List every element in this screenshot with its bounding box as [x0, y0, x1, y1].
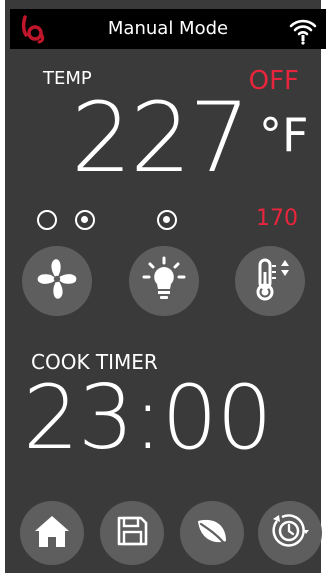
home-icon: [32, 511, 72, 555]
eco-mode-button[interactable]: [180, 501, 244, 565]
leaf-icon: [192, 511, 232, 555]
heat-status: OFF: [248, 66, 299, 96]
thermometer-adjust-icon: [245, 254, 295, 308]
fan-icon: [32, 254, 82, 308]
fan-speed-high-indicator[interactable]: [75, 210, 95, 230]
page-title: Manual Mode: [107, 18, 229, 39]
save-button[interactable]: [100, 501, 164, 565]
fan-button[interactable]: [22, 246, 92, 316]
save-icon: [114, 513, 150, 553]
temperature-unit: °F: [259, 108, 309, 162]
probe-setpoint-button[interactable]: [235, 246, 305, 316]
cook-timer-readout[interactable]: 23:00: [23, 368, 273, 468]
home-button[interactable]: [20, 501, 84, 565]
header-bar: Manual Mode: [10, 9, 326, 49]
probe-setpoint: 170: [256, 206, 298, 231]
light-bulb-icon: [139, 254, 189, 308]
light-button[interactable]: [129, 246, 199, 316]
clock-rotate-icon: [268, 509, 312, 557]
light-indicator[interactable]: [157, 210, 177, 230]
device-screen: Manual Mode TEMP OFF 227 °F 170 COOK TIM…: [0, 0, 326, 573]
wifi-icon[interactable]: [288, 15, 318, 49]
timer-menu-button[interactable]: [258, 501, 322, 565]
temperature-readout[interactable]: 227: [71, 88, 250, 188]
fan-speed-low-indicator[interactable]: [37, 210, 57, 230]
